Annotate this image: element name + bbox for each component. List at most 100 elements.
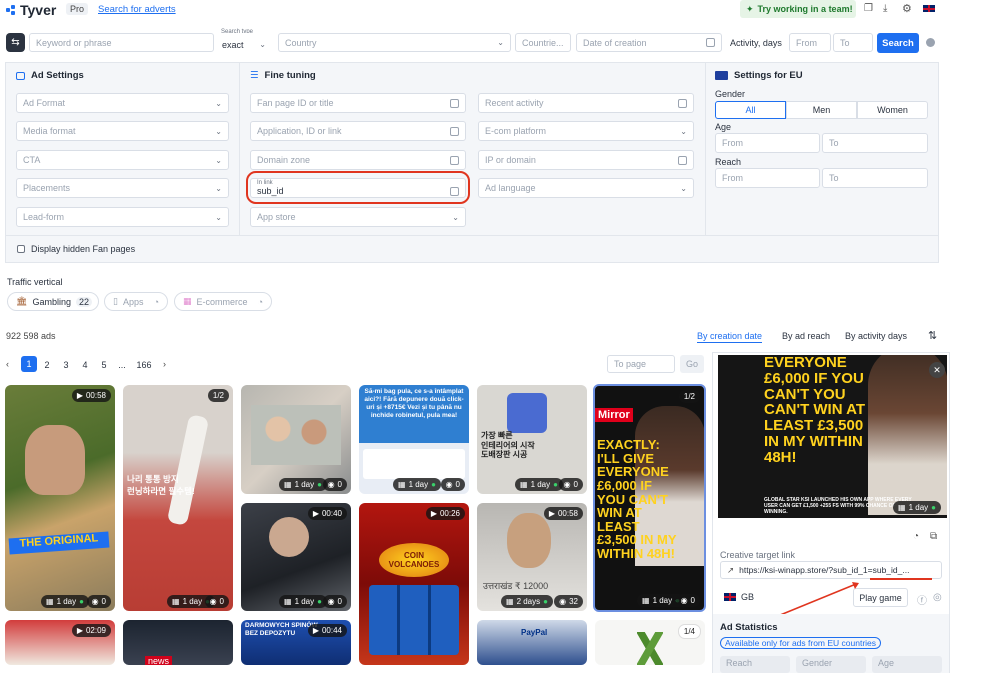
ad-card-selected[interactable]: Mirror EXACTLY: I'LL GIVE EVERYONE £6,00…	[593, 384, 706, 612]
chip-gambling[interactable]: 🏛 Gambling 22	[7, 292, 99, 311]
chip-ecommerce[interactable]: ▦ E-commerce ◔	[174, 292, 272, 311]
phone-icon: ▯	[113, 296, 118, 306]
ip-domain-input[interactable]: IP or domain	[478, 150, 694, 170]
app-logo[interactable]: Tyver	[6, 2, 56, 18]
gender-label: Gender	[715, 89, 746, 99]
sort-ad-reach[interactable]: By ad reach	[782, 331, 830, 341]
ad-card[interactable]: COIN VOLCANOES ▶ 00:26	[359, 503, 469, 665]
download-icon[interactable]: ⤓	[883, 3, 887, 14]
clear-icon[interactable]	[926, 38, 935, 47]
page-3[interactable]: 3	[59, 360, 73, 370]
app-store-select[interactable]: App store ⌄	[250, 207, 466, 227]
ad-card[interactable]: ▦ 1 day ● ◉ 0	[241, 385, 351, 494]
page-1[interactable]: 1	[21, 356, 37, 372]
age-label: Age	[715, 122, 732, 132]
activity-to-input[interactable]: To	[833, 33, 873, 52]
page-2[interactable]: 2	[40, 360, 54, 370]
page-last[interactable]: 166	[135, 360, 153, 370]
detail-hero-text: EVERYONE £6,000 IF YOU CAN'T YOU CAN'T W…	[764, 355, 866, 466]
ad-card[interactable]: news	[123, 620, 233, 665]
days-badge: ▦ 1 day ●	[279, 478, 327, 491]
reach-from-input[interactable]: From	[715, 168, 820, 188]
prev-page-icon[interactable]: ‹	[6, 359, 9, 369]
gender-men-option[interactable]: Men	[786, 101, 857, 119]
chip-apps[interactable]: ▯ Apps ◔	[104, 292, 168, 311]
page-4[interactable]: 4	[78, 360, 92, 370]
casino-icon: 🏛	[16, 296, 28, 306]
settings-icon[interactable]: ⚙	[902, 2, 912, 15]
recent-activity-input[interactable]: Recent activity	[478, 93, 694, 113]
sort-direction-icon[interactable]: ⇅	[928, 329, 937, 342]
activity-from-input[interactable]: From	[789, 33, 831, 52]
video-duration-badge: ▶ 00:58	[71, 389, 111, 402]
next-page-icon[interactable]: ›	[163, 359, 166, 369]
ad-preview-image	[637, 632, 663, 665]
close-button[interactable]: ✕	[929, 362, 945, 378]
translate-icon[interactable]: ⧉	[930, 531, 937, 542]
ad-card[interactable]: 나리 통통 방지 런닝하라면 필수템! 1/2 ▦ 1 day ● ◉ 0	[123, 385, 233, 611]
country-select[interactable]: Country ⌄	[278, 33, 511, 52]
ad-card[interactable]: THE ORIGINAL ▶ 00:58 ▦ 1 day ● ◉ 0	[5, 385, 115, 611]
search-button[interactable]: Search	[877, 33, 919, 53]
team-button[interactable]: ✦ Try working in a team!	[740, 0, 856, 18]
sort-creation-date[interactable]: By creation date	[697, 331, 763, 343]
ad-language-select[interactable]: Ad language ⌄	[478, 178, 694, 198]
ad-card[interactable]: ▶ 00:40 ▦ 1 day ● ◉ 0	[241, 503, 351, 611]
keyword-input[interactable]: Keyword or phrase	[29, 33, 214, 52]
reach-label: Reach	[715, 157, 742, 167]
age-from-input[interactable]: From	[715, 133, 820, 153]
uk-flag-icon[interactable]	[922, 4, 936, 13]
facebook-icon[interactable]: ⓕ	[917, 592, 927, 607]
cta-select[interactable]: CTA ⌄	[16, 150, 229, 170]
ad-card[interactable]: Să-mi bag pula, ce s-a întâmplat aici?! …	[359, 385, 469, 494]
views-badge: ◉ 0	[204, 595, 229, 608]
go-button[interactable]: Go	[680, 355, 704, 373]
copy-icon[interactable]: ❐	[864, 3, 873, 14]
play-game-button[interactable]: Play game	[853, 588, 908, 607]
eu-settings-title: Settings for EU	[715, 70, 803, 81]
views-badge: ◉ 0	[322, 478, 347, 491]
to-page-input[interactable]: To page	[607, 355, 675, 373]
ad-format-select[interactable]: Ad Format ⌄	[16, 93, 229, 113]
date-of-creation-input[interactable]: Date of creation	[576, 33, 722, 52]
search-type-select[interactable]: exact ⌄	[216, 33, 272, 52]
target-link-field[interactable]: ↗ https://ksi-winapp.store/?sub_id_1=sub…	[720, 561, 942, 579]
placements-select[interactable]: Placements ⌄	[16, 178, 229, 198]
share-icon[interactable]: ◔	[913, 531, 919, 542]
filter-toggle-button[interactable]: ⇆	[6, 33, 25, 52]
reach-to-input[interactable]: To	[822, 168, 928, 188]
media-format-select[interactable]: Media format ⌄	[16, 121, 229, 141]
instagram-icon[interactable]: ◎	[933, 592, 942, 603]
gender-all-option[interactable]: All	[715, 101, 786, 119]
sort-activity-days[interactable]: By activity days	[845, 331, 907, 341]
stats-note[interactable]: Available only for ads from EU countries	[720, 637, 882, 649]
views-badge: ◉ 0	[440, 478, 465, 491]
age-to-input[interactable]: To	[822, 133, 928, 153]
search-adverts-link[interactable]: Search for adverts	[98, 4, 176, 15]
ad-card[interactable]: 1/4	[595, 620, 705, 665]
ad-card[interactable]: ▶ 02:09	[5, 620, 115, 665]
ad-card-text: 가장 빠른 인테리어의 시작 도배장판 시공	[481, 431, 535, 460]
ad-card[interactable]: उत्तराखंड ₹ 12000 ▶ 00:58 ▦ 2 days ● ◉ 3…	[477, 503, 587, 611]
fan-page-input[interactable]: Fan page ID or title	[250, 93, 466, 113]
ecom-platform-select[interactable]: E-com platform ⌄	[478, 121, 694, 141]
red-underline	[870, 578, 932, 580]
chevron-down-icon: ⌄	[215, 126, 222, 136]
ad-card[interactable]: 가장 빠른 인테리어의 시작 도배장판 시공 ▦ 1 day ● ◉ 0	[477, 385, 587, 494]
ad-card[interactable]: PayPal	[477, 620, 587, 665]
application-input[interactable]: Application, ID or link	[250, 121, 466, 141]
days-badge: ▦ 2 days ●	[501, 595, 553, 608]
lead-form-select[interactable]: Lead-form ⌄	[16, 207, 229, 227]
ad-card-text: 나리 통통 방지 런닝하라면 필수템!	[127, 474, 195, 496]
traffic-vertical-label: Traffic vertical	[7, 277, 63, 287]
page-5[interactable]: 5	[97, 360, 111, 370]
gender-women-option[interactable]: Women	[857, 101, 928, 119]
carousel-count-badge: 1/2	[207, 389, 229, 402]
countries-select[interactable]: Countrie...	[515, 33, 571, 52]
ad-card[interactable]: DARMOWYCH SPINÓW BEZ DEPOZYTU ▶ 00:44	[241, 620, 351, 665]
display-hidden-checkbox[interactable]: Display hidden Fan pages	[17, 244, 135, 254]
views-badge: ◉ 0	[86, 595, 111, 608]
video-duration-badge: ▶ 02:09	[71, 624, 111, 637]
domain-zone-input[interactable]: Domain zone	[250, 150, 466, 170]
clock-icon: ◔	[153, 296, 159, 307]
